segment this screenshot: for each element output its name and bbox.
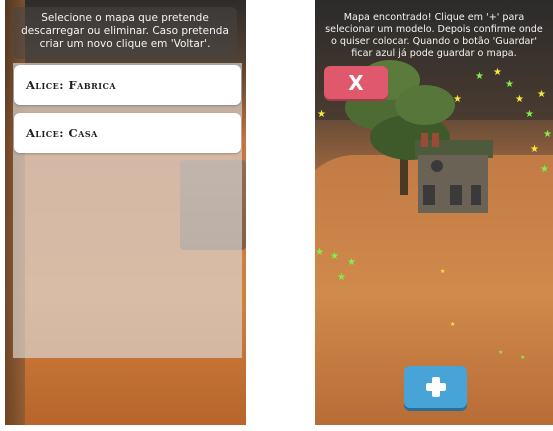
- star-icon: ★: [520, 354, 526, 361]
- star-icon: ★: [315, 247, 324, 258]
- plus-icon: [425, 377, 446, 397]
- map-item-label: Alice: Casa: [26, 126, 98, 140]
- star-icon: ★: [515, 94, 524, 105]
- instruction-text: Selecione o mapa que pretende descarrega…: [21, 12, 229, 50]
- star-icon: ★: [450, 321, 456, 328]
- house-window: [423, 185, 435, 205]
- star-icon: ★: [540, 164, 549, 175]
- star-icon: ★: [317, 109, 326, 120]
- star-icon: ★: [498, 349, 504, 356]
- star-icon: ★: [505, 79, 514, 90]
- house-window: [450, 185, 462, 205]
- house-chimney: [421, 133, 428, 147]
- star-icon: ★: [525, 109, 534, 120]
- star-icon: ★: [475, 71, 484, 82]
- star-icon: ★: [330, 251, 339, 262]
- map-list-panel: [13, 63, 242, 358]
- house-chimney: [432, 133, 439, 147]
- star-icon: ★: [543, 129, 552, 140]
- star-icon: ★: [337, 272, 346, 283]
- map-list-screen: Selecione o mapa que pretende descarrega…: [5, 0, 246, 425]
- star-icon: ★: [493, 67, 502, 78]
- map-item-label: Alice: Fabrica: [26, 78, 117, 92]
- house-window: [431, 160, 443, 172]
- close-button[interactable]: X: [324, 66, 388, 99]
- star-icon: ★: [537, 89, 546, 100]
- star-icon: ★: [347, 257, 356, 268]
- close-icon: X: [348, 70, 364, 95]
- ar-placement-screen: ★ ★ ★ ★ ★ ★ ★ ★ ★ ★ ★ ★ ★ ★ ★ ★ ★ ★ ★ Ma…: [315, 0, 553, 425]
- tree-foliage: [395, 85, 455, 125]
- star-icon: ★: [440, 268, 446, 275]
- star-icon: ★: [530, 144, 539, 155]
- house-window: [471, 185, 481, 205]
- instruction-text: Mapa encontrado! Clique em '+' para sele…: [325, 12, 543, 59]
- map-item-alice-fabrica[interactable]: Alice: Fabrica: [14, 65, 241, 105]
- add-model-button[interactable]: [404, 366, 467, 408]
- star-icon: ★: [453, 94, 462, 105]
- map-item-alice-casa[interactable]: Alice: Casa: [14, 113, 241, 153]
